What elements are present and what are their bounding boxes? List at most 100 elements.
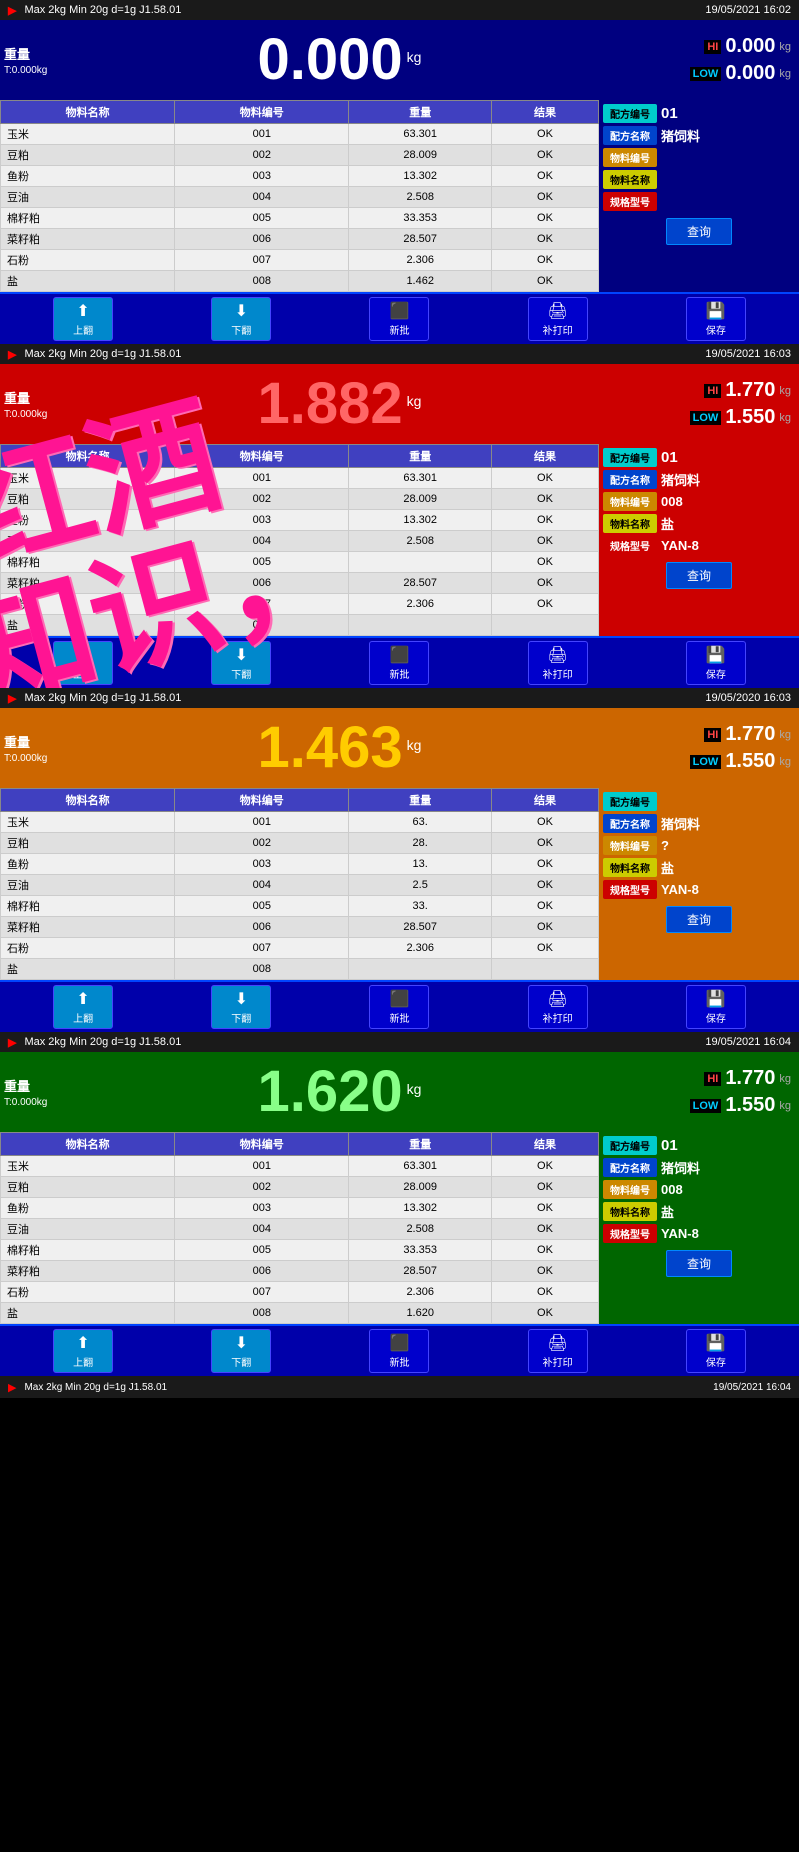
table-row: 棉籽粕00533.OK — [1, 896, 599, 917]
btn-print[interactable]: 🖨补打印 — [528, 985, 588, 1029]
table-area: 物料名称物料编号重量结果玉米00163.301OK豆粕00228.009OK鱼粉… — [0, 100, 599, 292]
table-cell: 2.508 — [349, 1219, 492, 1240]
tare-label: T:0.000kg — [4, 753, 76, 764]
query-btn-row[interactable]: 查询 — [603, 906, 795, 933]
table-header: 物料名称 — [1, 789, 175, 812]
table-row: 玉米00163.301OK — [1, 1156, 599, 1177]
low-value: 1.550 — [725, 1094, 775, 1117]
status-icon: ▶ — [8, 4, 16, 17]
recipe-num-value: 01 — [661, 1137, 678, 1154]
table-cell: 2.306 — [349, 250, 492, 271]
weight-label: 重量 — [4, 1076, 76, 1095]
table-cell: OK — [492, 124, 599, 145]
low-row: LOW 1.550 kg — [690, 406, 791, 429]
btn-new[interactable]: ⬛新批 — [369, 641, 429, 685]
btn-save[interactable]: 💾保存 — [686, 985, 746, 1029]
table-row: 棉籽粕00533.353OK — [1, 1240, 599, 1261]
table-cell: OK — [492, 1240, 599, 1261]
btn-down-icon: ⬇ — [235, 301, 248, 321]
recipe-name-label: 配方名称 — [603, 126, 657, 145]
table-cell: OK — [492, 510, 599, 531]
recipe-num-row: 配方编号 01 — [603, 1136, 795, 1155]
material-num-row: 物料编号 ? — [603, 836, 795, 855]
btn-up-label: 上翻 — [73, 322, 93, 337]
main-content: 物料名称物料编号重量结果玉米00163.301OK豆粕00228.009OK鱼粉… — [0, 100, 799, 292]
table-cell: 豆油 — [1, 1219, 175, 1240]
bottom-bar: ▶ Max 2kg Min 20g d=1g J1.58.01 19/05/20… — [0, 1376, 799, 1398]
table-cell: 003 — [175, 166, 349, 187]
query-btn-row[interactable]: 查询 — [603, 562, 795, 589]
table-cell: 28.507 — [349, 573, 492, 594]
btn-new-label: 新批 — [389, 666, 409, 681]
btn-down[interactable]: ⬇下翻 — [211, 1329, 271, 1373]
btn-up[interactable]: ⬆上翻 — [53, 985, 113, 1029]
table-cell: 001 — [175, 468, 349, 489]
btn-print-label: 补打印 — [543, 1010, 573, 1025]
btn-save[interactable]: 💾保存 — [686, 641, 746, 685]
query-button[interactable]: 查询 — [666, 562, 732, 589]
btn-down[interactable]: ⬇下翻 — [211, 297, 271, 341]
table-cell: 13. — [349, 854, 492, 875]
btn-down-label: 下翻 — [231, 322, 251, 337]
table-cell: OK — [492, 854, 599, 875]
table-cell: 005 — [175, 896, 349, 917]
table-cell: 002 — [175, 1177, 349, 1198]
btn-save[interactable]: 💾保存 — [686, 297, 746, 341]
btn-down-label: 下翻 — [231, 1010, 251, 1025]
btn-new[interactable]: ⬛新批 — [369, 985, 429, 1029]
btn-save[interactable]: 💾保存 — [686, 1329, 746, 1373]
table-cell: 豆油 — [1, 187, 175, 208]
status-icon: ▶ — [8, 1036, 16, 1049]
table-cell: OK — [492, 573, 599, 594]
query-btn-row[interactable]: 查询 — [603, 1250, 795, 1277]
table-cell: 菜籽粕 — [1, 917, 175, 938]
btn-print[interactable]: 🖨补打印 — [528, 1329, 588, 1373]
btn-up-label: 上翻 — [73, 666, 93, 681]
table-cell: 004 — [175, 187, 349, 208]
low-label: LOW — [690, 411, 722, 425]
table-row: 石粉0072.306OK — [1, 250, 599, 271]
btn-up[interactable]: ⬆上翻 — [53, 1329, 113, 1373]
btn-new-label: 新批 — [389, 1010, 409, 1025]
table-cell: 盐 — [1, 271, 175, 292]
weight-display: 1.882 kg — [80, 375, 599, 433]
spec-value: YAN-8 — [661, 1226, 699, 1241]
spec-row: 规格型号 — [603, 192, 795, 211]
table-cell: 石粉 — [1, 250, 175, 271]
status-icon: ▶ — [8, 348, 16, 361]
material-num-value: ? — [661, 838, 669, 853]
recipe-num-row: 配方编号 — [603, 792, 795, 811]
material-name-row: 物料名称 盐 — [603, 514, 795, 533]
query-button[interactable]: 查询 — [666, 906, 732, 933]
table-header: 物料编号 — [175, 789, 349, 812]
table-row: 玉米00163.OK — [1, 812, 599, 833]
btn-print[interactable]: 🖨补打印 — [528, 297, 588, 341]
btn-up[interactable]: ⬆上翻 — [53, 297, 113, 341]
material-name-row: 物料名称 盐 — [603, 858, 795, 877]
table-cell: OK — [492, 250, 599, 271]
table-cell: 002 — [175, 145, 349, 166]
btn-down[interactable]: ⬇下翻 — [211, 641, 271, 685]
weight-label-area: 重量 T:0.000kg — [0, 1072, 80, 1112]
btn-save-label: 保存 — [706, 1010, 726, 1025]
btn-print[interactable]: 🖨补打印 — [528, 641, 588, 685]
material-num-value: 008 — [661, 1182, 683, 1197]
material-num-label: 物料编号 — [603, 1180, 657, 1199]
query-button[interactable]: 查询 — [666, 1250, 732, 1277]
table-row: 石粉0072.306OK — [1, 594, 599, 615]
btn-down[interactable]: ⬇下翻 — [211, 985, 271, 1029]
table-cell: OK — [492, 1261, 599, 1282]
table-cell: 008 — [175, 271, 349, 292]
tare-label: T:0.000kg — [4, 65, 76, 76]
material-num-label: 物料编号 — [603, 836, 657, 855]
btn-new[interactable]: ⬛新批 — [369, 297, 429, 341]
query-btn-row[interactable]: 查询 — [603, 218, 795, 245]
table-row: 盐008 — [1, 615, 599, 636]
spec-label: 规格型号 — [603, 192, 657, 211]
btn-up[interactable]: ⬆上翻 — [53, 641, 113, 685]
query-button[interactable]: 查询 — [666, 218, 732, 245]
weight-header: 重量 T:0.000kg 1.620 kg HI 1.770 kg LOW 1.… — [0, 1052, 799, 1132]
recipe-name-row: 配方名称 猪饲料 — [603, 126, 795, 145]
table-cell: 008 — [175, 1303, 349, 1324]
btn-new[interactable]: ⬛新批 — [369, 1329, 429, 1373]
